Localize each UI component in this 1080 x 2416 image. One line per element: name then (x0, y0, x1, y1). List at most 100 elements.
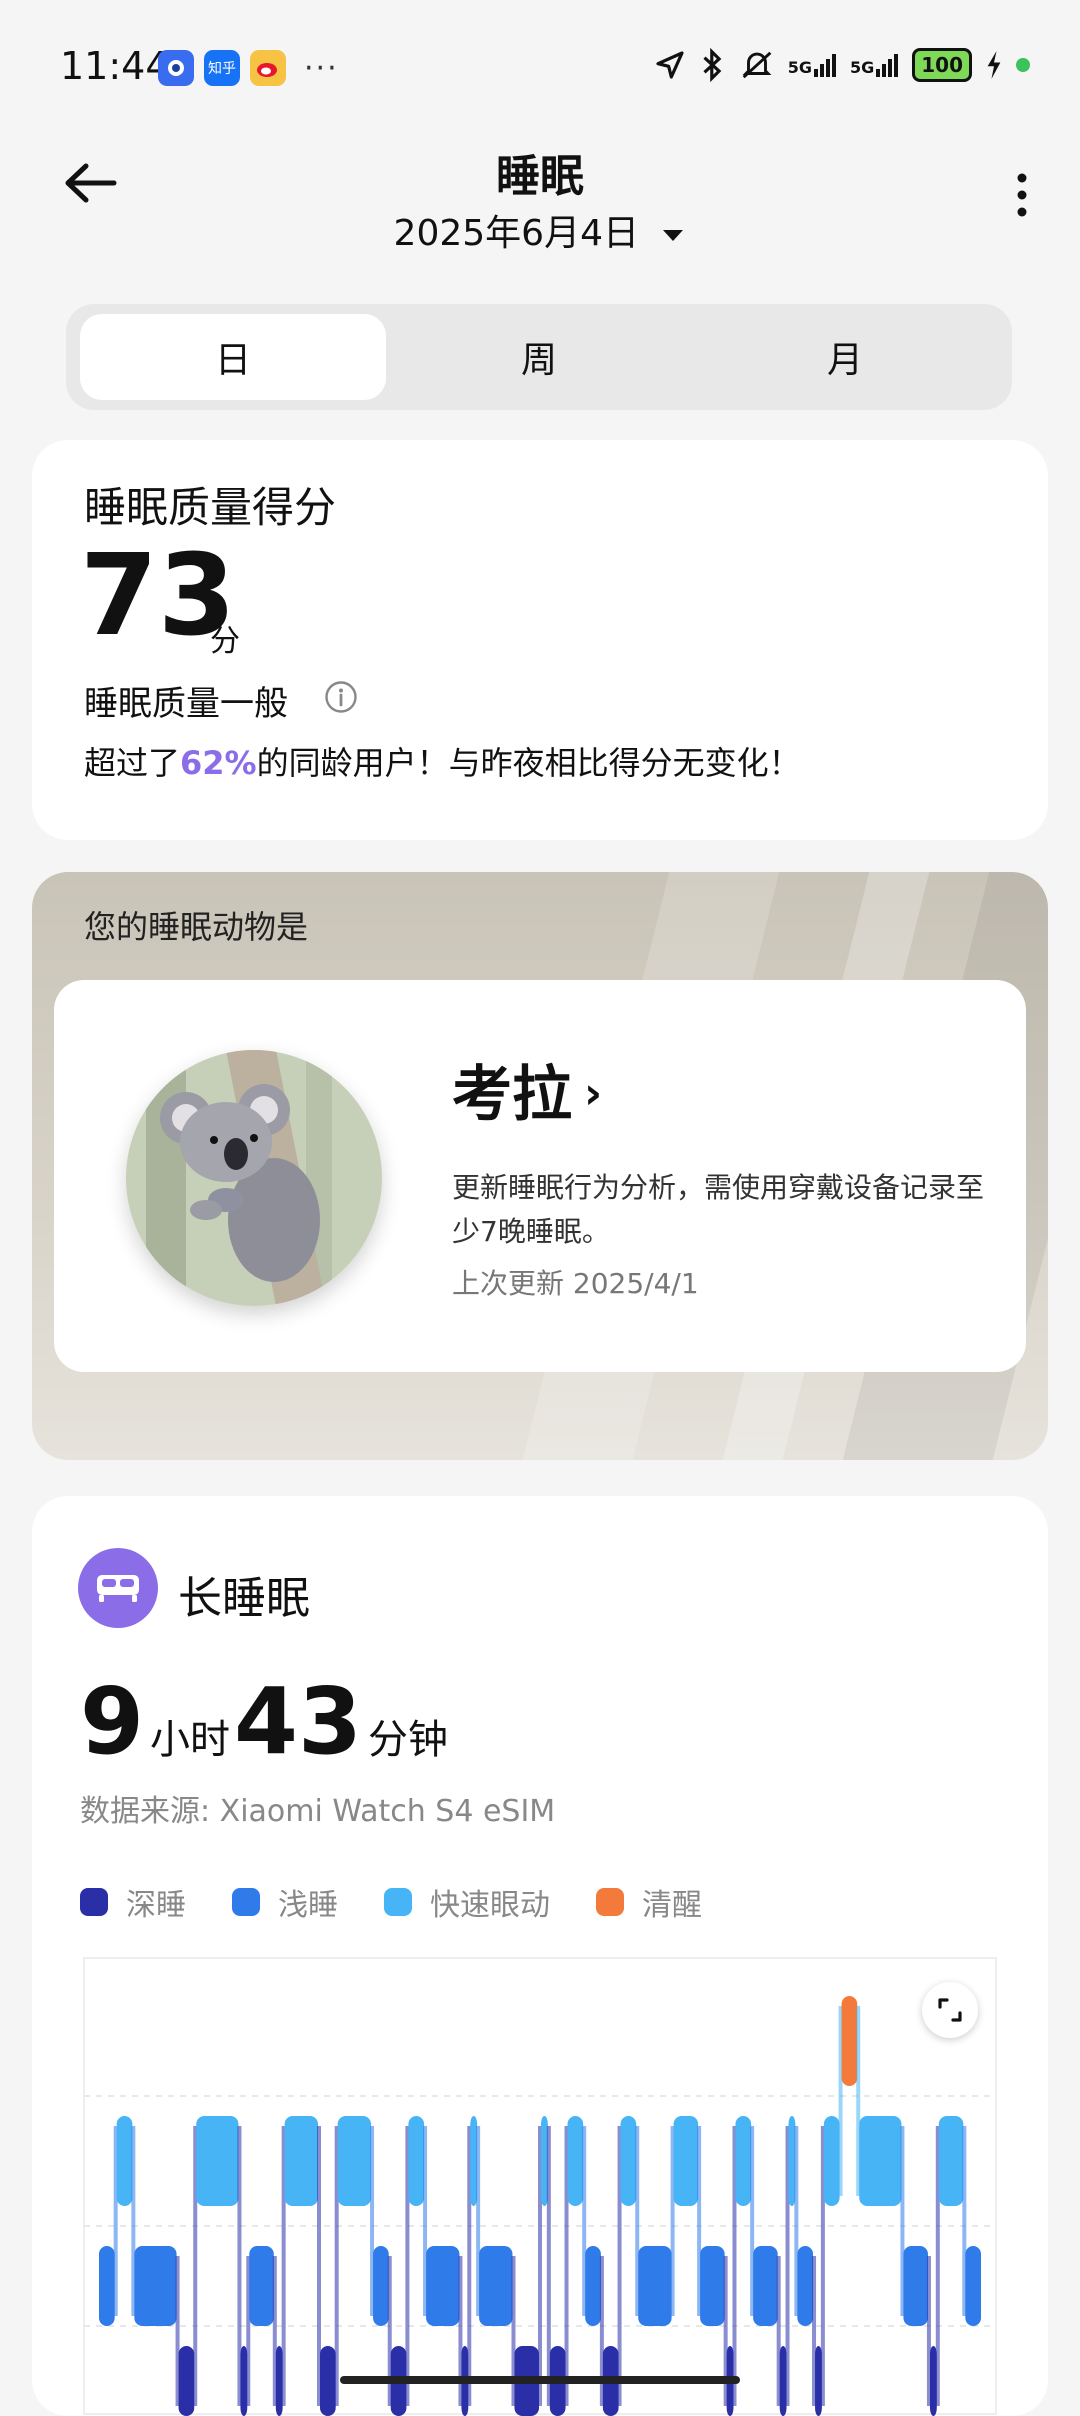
sleep-segment-11 (373, 2246, 389, 2326)
sleep-segment-3 (178, 2346, 195, 2416)
comparison-suffix: 的同龄用户！与昨夜相比得分无变化！ (256, 744, 801, 782)
tab-day[interactable]: 日 (80, 314, 386, 400)
sleep-stage-chart[interactable] (82, 1956, 998, 2416)
animal-detail-panel[interactable]: 考拉 › 更新睡眠行为分析，需使用穿戴设备记录至少7晚睡眠。 上次更新 2025… (54, 980, 1026, 1372)
sleep-segment-39 (929, 2346, 937, 2416)
privacy-dot-icon (1016, 58, 1030, 72)
sleep-segment-22 (585, 2246, 601, 2326)
status-app-icons: 知乎 ··· (158, 50, 339, 86)
sleep-animal-card: 您的睡眠动物是 考拉 › 更新睡眠行为分析，需使用穿戴设备记录至少7晚睡眠。 上… (32, 872, 1048, 1460)
more-notifications-icon: ··· (304, 50, 339, 86)
comparison-prefix: 超过了 (84, 744, 181, 782)
sleep-segment-14 (426, 2246, 460, 2326)
date-selector[interactable]: 2025年6月4日 (0, 204, 1080, 256)
duration-hours: 9 (80, 1668, 145, 1775)
legend-label: 深睡 (126, 1888, 186, 1923)
sleep-segment-1 (116, 2116, 133, 2206)
tab-month[interactable]: 月 (692, 314, 998, 400)
sleep-segment-21 (567, 2116, 584, 2206)
legend-rem: 快速眼动 (384, 1880, 550, 1924)
weibo-icon (250, 50, 286, 86)
signal-icon: 5G (788, 53, 836, 77)
sleep-segment-10 (337, 2116, 372, 2206)
sleep-segment-2 (134, 2246, 177, 2326)
sleep-segment-32 (788, 2116, 796, 2206)
legend-label: 浅睡 (278, 1888, 338, 1923)
sleep-segment-6 (249, 2246, 274, 2326)
dropdown-triangle-icon (663, 230, 684, 241)
sleep-segment-13 (408, 2116, 425, 2206)
sleep-segment-8 (284, 2116, 318, 2206)
sleep-score-unit: 分 (210, 624, 240, 659)
blue-app-icon (158, 50, 194, 86)
sleep-segment-0 (99, 2246, 115, 2326)
duration-hours-unit: 小时 (150, 1717, 231, 1763)
sleep-segment-37 (859, 2116, 902, 2206)
animal-last-update: 上次更新 2025/4/1 (452, 1267, 699, 1300)
date-label: 2025年6月4日 (393, 213, 639, 254)
score-card-title: 睡眠质量得分 (84, 483, 337, 532)
charging-icon (987, 51, 1001, 79)
sleep-segment-25 (638, 2246, 672, 2326)
sleep-segment-31 (779, 2346, 787, 2416)
sleep-segment-35 (823, 2116, 840, 2206)
sleep-quality-level: 睡眠质量一般 (84, 684, 288, 724)
legend-swatch (80, 1888, 108, 1916)
sleep-segment-7 (275, 2346, 283, 2416)
info-icon[interactable] (324, 680, 358, 714)
legend-label: 清醒 (642, 1888, 702, 1923)
sleep-segment-30 (753, 2246, 778, 2326)
period-tabs: 日 周 月 (66, 304, 1012, 410)
sleep-segment-9 (320, 2346, 336, 2416)
sleep-segment-5 (240, 2346, 248, 2416)
duration-minutes: 43 (234, 1668, 363, 1775)
sleep-segment-36 (841, 1996, 858, 2086)
bed-icon (78, 1548, 158, 1628)
sleep-segment-40 (938, 2116, 964, 2206)
signal-icon-2: 5G (850, 53, 899, 77)
sleep-segment-26 (673, 2116, 699, 2206)
data-source: 数据来源: Xiaomi Watch S4 eSIM (80, 1794, 556, 1829)
animal-heading: 您的睡眠动物是 (84, 908, 309, 946)
legend-swatch (596, 1888, 624, 1916)
status-bar: 11:44 知乎 ··· 5G 5G 100 (0, 0, 1080, 140)
legend-deep: 深睡 (80, 1880, 186, 1924)
sleep-section-title: 长睡眠 (178, 1573, 310, 1624)
bluetooth-icon (703, 48, 722, 82)
more-menu-icon[interactable] (1012, 170, 1032, 220)
sleep-segment-34 (815, 2346, 822, 2416)
legend-light: 浅睡 (232, 1880, 338, 1924)
location-icon (656, 51, 684, 79)
legend-swatch (232, 1888, 260, 1916)
sleep-segment-41 (965, 2246, 981, 2326)
legend-awake: 清醒 (596, 1880, 702, 1924)
animal-description: 更新睡眠行为分析，需使用穿戴设备记录至少7晚睡眠。 (452, 1171, 985, 1248)
animal-name[interactable]: 考拉 (452, 1046, 572, 1133)
sleep-duration: 9 小时 43 分钟 (80, 1676, 452, 1768)
mute-bell-icon (742, 51, 772, 79)
zhihu-icon: 知乎 (204, 50, 240, 86)
tab-week[interactable]: 周 (386, 314, 692, 400)
expand-icon (938, 1998, 962, 2022)
sleep-segment-4 (196, 2116, 239, 2206)
expand-chart-button[interactable] (922, 1982, 978, 2038)
sleep-segment-17 (479, 2246, 513, 2326)
sleep-segment-16 (470, 2116, 478, 2206)
home-indicator[interactable] (340, 2376, 740, 2384)
status-indicators: 5G 5G 100 (654, 48, 1030, 82)
sleep-segment-38 (903, 2246, 928, 2326)
sleep-segment-24 (620, 2116, 637, 2206)
duration-minutes-unit: 分钟 (368, 1717, 449, 1763)
sleep-segment-33 (797, 2246, 814, 2326)
chevron-right-icon[interactable]: › (584, 1068, 602, 1119)
page-title: 睡眠 (496, 151, 584, 202)
legend-label: 快速眼动 (430, 1888, 550, 1923)
koala-avatar (126, 1050, 382, 1306)
sleep-segment-19 (541, 2116, 548, 2206)
score-comparison-text: 超过了62%的同龄用户！与昨夜相比得分无变化！ (84, 738, 801, 784)
status-time: 11:44 (60, 44, 170, 88)
sleep-segment-29 (735, 2116, 752, 2206)
battery-icon: 100 (912, 48, 972, 82)
chart-legend: 深睡 浅睡 快速眼动 清醒 (80, 1880, 748, 1924)
comparison-percent: 62% (180, 744, 257, 782)
